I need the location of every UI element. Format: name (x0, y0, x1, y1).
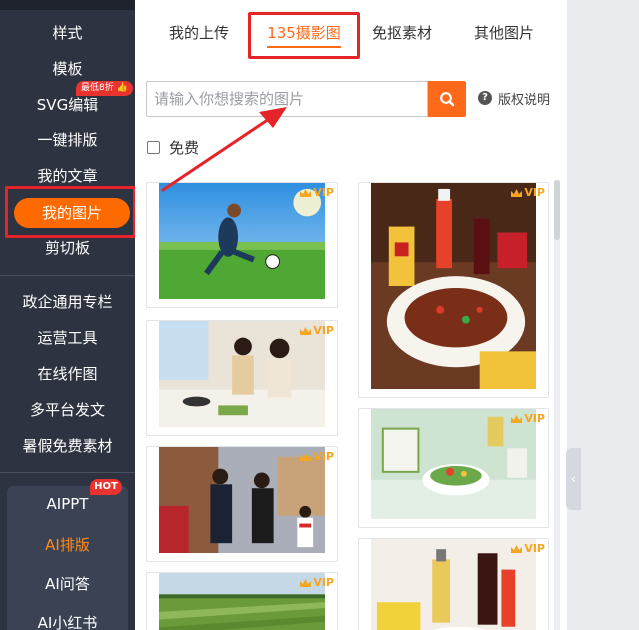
sidebar-item-summer-free[interactable]: 暑假免费素材 (0, 431, 135, 461)
active-item-highlight: 我的图片 (5, 186, 136, 238)
sidebar-item-operation-tools[interactable]: 运营工具 (0, 323, 135, 353)
scrollbar-thumb[interactable] (554, 180, 560, 240)
sidebar-item-online-drawing[interactable]: 在线作图 (0, 359, 135, 389)
sidebar-item-template[interactable]: 模板 (0, 54, 135, 84)
sidebar-item-ai-xiaohongshu[interactable]: AI小红书 (0, 608, 135, 630)
sidebar-divider (0, 472, 135, 473)
chevron-left-icon: ‹ (570, 471, 577, 487)
sidebar-item-my-images[interactable]: 我的图片 (14, 198, 130, 228)
sidebar-item-aippt[interactable]: AIPPT (0, 489, 135, 519)
sidebar-item-style[interactable]: 样式 (0, 18, 135, 48)
sidebar: 样式 模板 最低8折 👍 SVG编辑 一键排版 我的文章 我的图片 剪切板 政企… (0, 0, 136, 630)
sidebar-top-strip (0, 0, 135, 10)
app-root: 样式 模板 最低8折 👍 SVG编辑 一键排版 我的文章 我的图片 剪切板 政企… (0, 0, 639, 630)
sidebar-item-svg-edit[interactable]: SVG编辑 (0, 90, 135, 120)
sidebar-item-ai-layout[interactable]: AI排版 (0, 530, 135, 560)
sidebar-item-one-click-layout[interactable]: 一键排版 (0, 125, 135, 155)
image-panel: 我的上传 135摄影图 免抠素材 其他图片 ? 版权说明 免费 (135, 0, 567, 630)
sidebar-item-ai-qa[interactable]: AI问答 (0, 569, 135, 599)
sidebar-item-multi-platform[interactable]: 多平台发文 (0, 395, 135, 425)
annotation-arrow-icon (161, 107, 287, 192)
sidebar-item-government-column[interactable]: 政企通用专栏 (0, 287, 135, 317)
sidebar-divider (0, 275, 135, 276)
sidebar-item-clipboard[interactable]: 剪切板 (0, 233, 135, 263)
scrollbar-track[interactable] (554, 180, 560, 630)
collapse-panel-button[interactable]: ‹ (566, 448, 581, 510)
